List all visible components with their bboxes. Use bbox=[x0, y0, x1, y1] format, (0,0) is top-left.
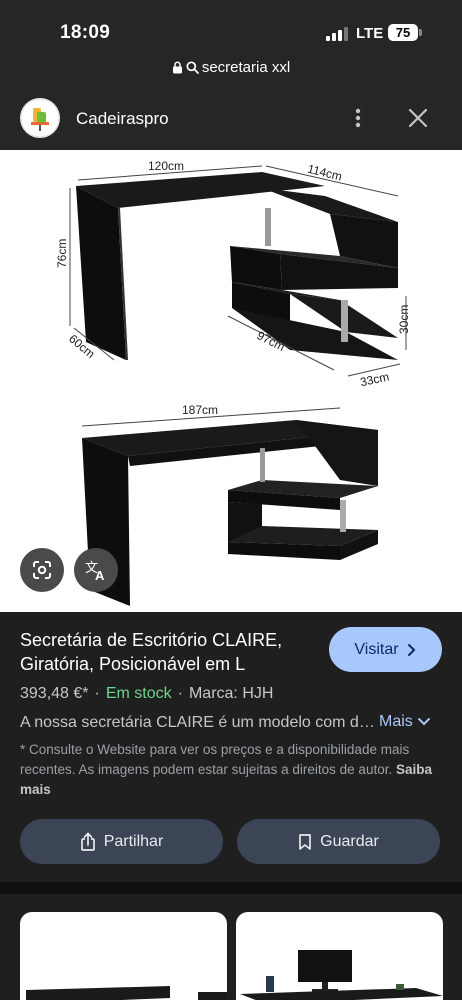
chevron-right-icon bbox=[407, 643, 415, 656]
close-icon[interactable] bbox=[404, 104, 432, 132]
related-image bbox=[26, 986, 227, 1000]
translate-icon: 文 A bbox=[85, 560, 105, 583]
product-description: A nossa secretária CLAIRE é um modelo co… bbox=[20, 714, 378, 731]
dim-full-width: 187cm bbox=[182, 403, 218, 417]
disclaimer-text: * Consulte o Website para ver os preços … bbox=[20, 742, 410, 777]
brand-label: Marca: HJH bbox=[188, 685, 274, 702]
site-logo bbox=[20, 98, 60, 138]
dim-width-top: 120cm bbox=[148, 159, 184, 173]
signal-icon bbox=[326, 27, 350, 41]
related-image bbox=[240, 950, 443, 1000]
visit-label: Visitar bbox=[354, 640, 399, 658]
related-results bbox=[0, 894, 462, 1000]
dim-depth-side: 114cm bbox=[306, 162, 343, 184]
product-price: 393,48 €* bbox=[20, 685, 89, 702]
dim-height: 76cm bbox=[55, 239, 69, 268]
lens-icon bbox=[33, 561, 51, 579]
status-bar: 18:09 LTE 75 bbox=[0, 0, 462, 60]
share-icon bbox=[80, 831, 95, 851]
section-divider bbox=[0, 882, 462, 894]
battery-icon: 75 bbox=[388, 24, 418, 41]
visit-button[interactable]: Visitar bbox=[329, 627, 442, 672]
related-card[interactable] bbox=[236, 912, 443, 1000]
translate-button[interactable]: 文 A bbox=[74, 548, 118, 592]
battery-tip bbox=[419, 29, 422, 36]
search-icon bbox=[186, 61, 199, 74]
chevron-down-icon bbox=[417, 718, 430, 726]
site-name: Cadeiraspro bbox=[76, 109, 169, 128]
network-label: LTE bbox=[356, 25, 384, 42]
save-label: Guardar bbox=[320, 832, 379, 850]
more-vert-icon[interactable] bbox=[346, 106, 370, 130]
bookmark-icon bbox=[299, 833, 311, 850]
product-info-panel: Secretária de Escritório CLAIRE, Giratór… bbox=[0, 612, 462, 882]
url-bar[interactable]: secretaria xxl bbox=[0, 52, 462, 86]
svg-text:A: A bbox=[95, 568, 105, 583]
stock-status: Em stock bbox=[105, 685, 172, 702]
product-title[interactable]: Secretária de Escritório CLAIRE, Giratór… bbox=[20, 628, 315, 676]
site-header: Cadeiraspro bbox=[0, 86, 462, 150]
lens-button[interactable] bbox=[20, 548, 64, 592]
product-image[interactable]: 120cm 114cm 76cm 60cm 97cm 30cm 33cm 187… bbox=[0, 150, 462, 612]
product-meta: 393,48 €* · Em stock · Marca: HJH bbox=[20, 685, 274, 702]
dim-shelf-height: 30cm bbox=[397, 305, 411, 334]
desk-illustration: 120cm 114cm 76cm 60cm 97cm 30cm 33cm 187… bbox=[55, 159, 411, 606]
url-text: secretaria xxl bbox=[201, 59, 291, 76]
status-time: 18:09 bbox=[60, 22, 111, 43]
more-label: Mais bbox=[379, 713, 413, 730]
more-button[interactable]: Mais bbox=[379, 713, 431, 731]
save-button[interactable]: Guardar bbox=[237, 819, 440, 864]
share-label: Partilhar bbox=[103, 832, 164, 850]
lock-icon bbox=[172, 61, 182, 74]
share-button[interactable]: Partilhar bbox=[20, 819, 223, 864]
related-card[interactable] bbox=[20, 912, 227, 1000]
disclaimer: * Consulte o Website para ver os preços … bbox=[20, 740, 440, 800]
